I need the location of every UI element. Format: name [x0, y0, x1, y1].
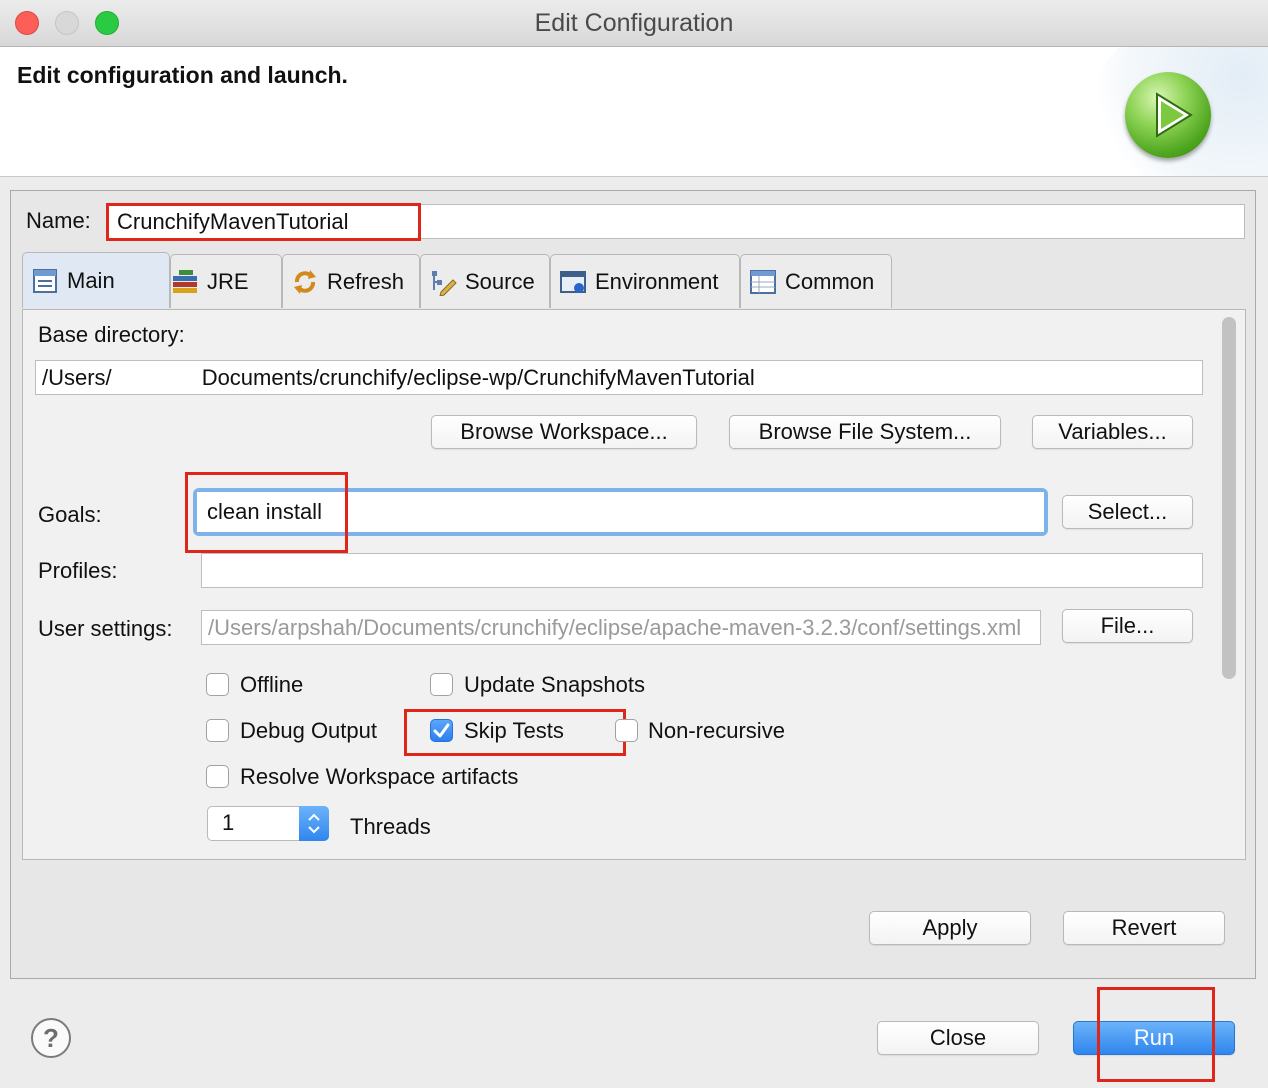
resolve-workspace-checkbox[interactable]: [206, 765, 229, 788]
user-settings-label: User settings:: [38, 616, 173, 641]
profiles-label: Profiles:: [38, 558, 118, 583]
help-icon[interactable]: ?: [31, 1018, 71, 1058]
non-recursive-label: Non-recursive: [648, 718, 785, 743]
environment-icon: [559, 268, 587, 296]
goals-label: Goals:: [38, 502, 102, 527]
refresh-icon: [291, 268, 319, 296]
tab-refresh-label: Refresh: [327, 268, 405, 294]
browse-file-system-button[interactable]: Browse File System...: [729, 415, 1001, 449]
select-goals-button[interactable]: Select...: [1062, 495, 1193, 529]
scrollbar-thumb[interactable]: [1222, 317, 1236, 679]
tab-common[interactable]: Common: [740, 254, 892, 308]
resolve-workspace-label: Resolve Workspace artifacts: [240, 764, 519, 789]
tab-main[interactable]: Main: [22, 252, 170, 308]
main-tab-icon: [31, 267, 59, 295]
update-snapshots-checkbox[interactable]: [430, 673, 453, 696]
revert-button[interactable]: Revert: [1063, 911, 1225, 945]
tab-pane-scrollbar[interactable]: [1220, 315, 1238, 855]
source-icon: [429, 268, 457, 297]
variables-button[interactable]: Variables...: [1032, 415, 1193, 449]
base-directory-value-rest: Documents/crunchify/eclipse-wp/Crunchify…: [201, 365, 755, 390]
tab-environment[interactable]: Environment: [550, 254, 740, 308]
highlight-name: [106, 203, 421, 241]
run-play-icon: [1125, 72, 1211, 158]
highlight-run: [1097, 987, 1215, 1082]
tab-source-label: Source: [465, 268, 535, 294]
debug-output-label: Debug Output: [240, 718, 377, 743]
non-recursive-checkbox[interactable]: [615, 719, 638, 742]
apply-button[interactable]: Apply: [869, 911, 1031, 945]
dialog-banner: Edit configuration and launch.: [0, 47, 1268, 177]
tab-common-label: Common: [785, 268, 875, 294]
base-directory-label: Base directory:: [38, 322, 185, 347]
tab-refresh[interactable]: Refresh: [282, 254, 420, 308]
common-icon: [749, 268, 777, 296]
tab-jre[interactable]: JRE: [170, 254, 282, 308]
stepper-arrows-icon: [308, 813, 320, 834]
title-bar: Edit Configuration: [0, 0, 1268, 47]
close-button[interactable]: Close: [877, 1021, 1039, 1055]
user-settings-input[interactable]: /Users/arpshah/Documents/crunchify/eclip…: [201, 610, 1041, 645]
highlight-skip-tests: [404, 709, 626, 756]
base-directory-value: /Users/: [42, 365, 112, 390]
tab-environment-label: Environment: [595, 268, 719, 294]
threads-spinner[interactable]: 1: [207, 806, 329, 841]
name-label: Name:: [26, 208, 91, 233]
file-button[interactable]: File...: [1062, 609, 1193, 643]
offline-label: Offline: [240, 672, 304, 697]
debug-output-checkbox[interactable]: [206, 719, 229, 742]
offline-checkbox[interactable]: [206, 673, 229, 696]
tab-jre-label: JRE: [207, 268, 249, 294]
threads-label: Threads: [350, 814, 431, 839]
tab-main-label: Main: [67, 267, 115, 293]
tab-bar: Main JRE Refresh Source Environment Comm…: [22, 250, 1246, 310]
profiles-input[interactable]: [201, 553, 1203, 588]
tab-source[interactable]: Source: [420, 254, 550, 308]
update-snapshots-label: Update Snapshots: [464, 672, 646, 697]
jre-icon: [171, 268, 199, 296]
threads-stepper-button[interactable]: [299, 806, 329, 841]
banner-title: Edit configuration and launch.: [17, 62, 348, 88]
browse-workspace-button[interactable]: Browse Workspace...: [431, 415, 697, 449]
threads-value: 1: [222, 810, 235, 835]
base-directory-field[interactable]: /Users/Documents/crunchify/eclipse-wp/Cr…: [35, 360, 1203, 395]
window-title: Edit Configuration: [534, 9, 734, 37]
highlight-goals: [185, 472, 348, 553]
